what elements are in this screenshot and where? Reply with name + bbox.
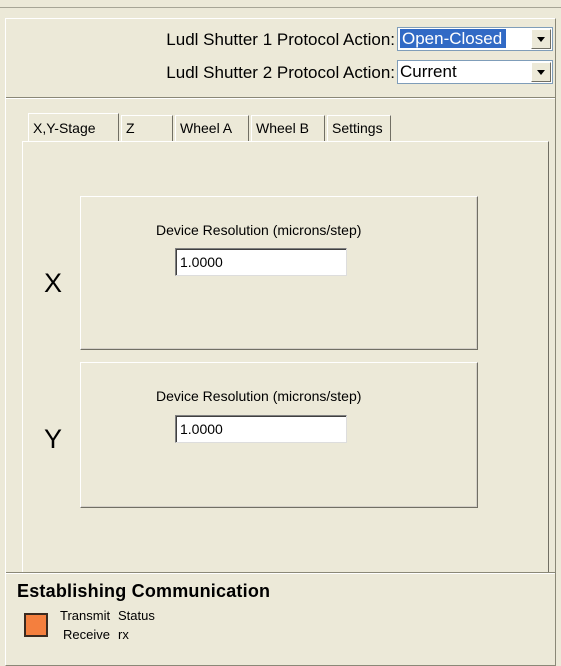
shutter2-value: Current <box>400 62 457 81</box>
x-resolution-label: Device Resolution (microns/step) <box>156 222 362 238</box>
tab-strip: X,Y-Stage Z Wheel A Wheel B Settings <box>28 113 393 141</box>
chevron-down-icon <box>537 69 545 75</box>
receive-value: rx <box>118 627 129 642</box>
tab-z[interactable]: Z <box>121 115 173 141</box>
receive-label: Receive <box>63 627 110 642</box>
shutter2-label: Ludl Shutter 2 Protocol Action: <box>166 63 395 82</box>
chevron-down-icon <box>537 36 545 42</box>
shutter1-value: Open-Closed <box>400 29 507 48</box>
tab-label: Z <box>126 120 135 136</box>
tab-xy-stage[interactable]: X,Y-Stage <box>28 113 119 141</box>
tab-wheel-a[interactable]: Wheel A <box>175 115 249 141</box>
tab-settings[interactable]: Settings <box>327 115 391 141</box>
x-resolution-input[interactable]: 1.0000 <box>175 248 347 276</box>
shutter1-dropdown-button[interactable] <box>531 29 551 49</box>
tab-label: X,Y-Stage <box>33 120 96 136</box>
tab-label: Settings <box>332 120 383 136</box>
x-axis-label: X <box>44 268 63 298</box>
tab-label: Wheel A <box>180 120 233 136</box>
y-axis-label: Y <box>44 424 63 454</box>
shutter1-select[interactable]: Open-Closed <box>397 27 553 51</box>
tab-label: Wheel B <box>256 120 309 136</box>
shutter2-dropdown-button[interactable] <box>531 62 551 82</box>
top-divider <box>0 7 561 8</box>
y-resolution-label: Device Resolution (microns/step) <box>156 388 362 404</box>
status-title: Establishing Communication <box>17 581 271 601</box>
shutter2-select[interactable]: Current <box>397 60 553 84</box>
y-resolution-input[interactable]: 1.0000 <box>175 415 347 443</box>
shutter1-label: Ludl Shutter 1 Protocol Action: <box>166 30 395 49</box>
communication-led-indicator <box>24 613 48 637</box>
tab-wheel-b[interactable]: Wheel B <box>251 115 325 141</box>
transmit-value: Status <box>118 608 155 623</box>
transmit-label: Transmit <box>60 608 111 623</box>
